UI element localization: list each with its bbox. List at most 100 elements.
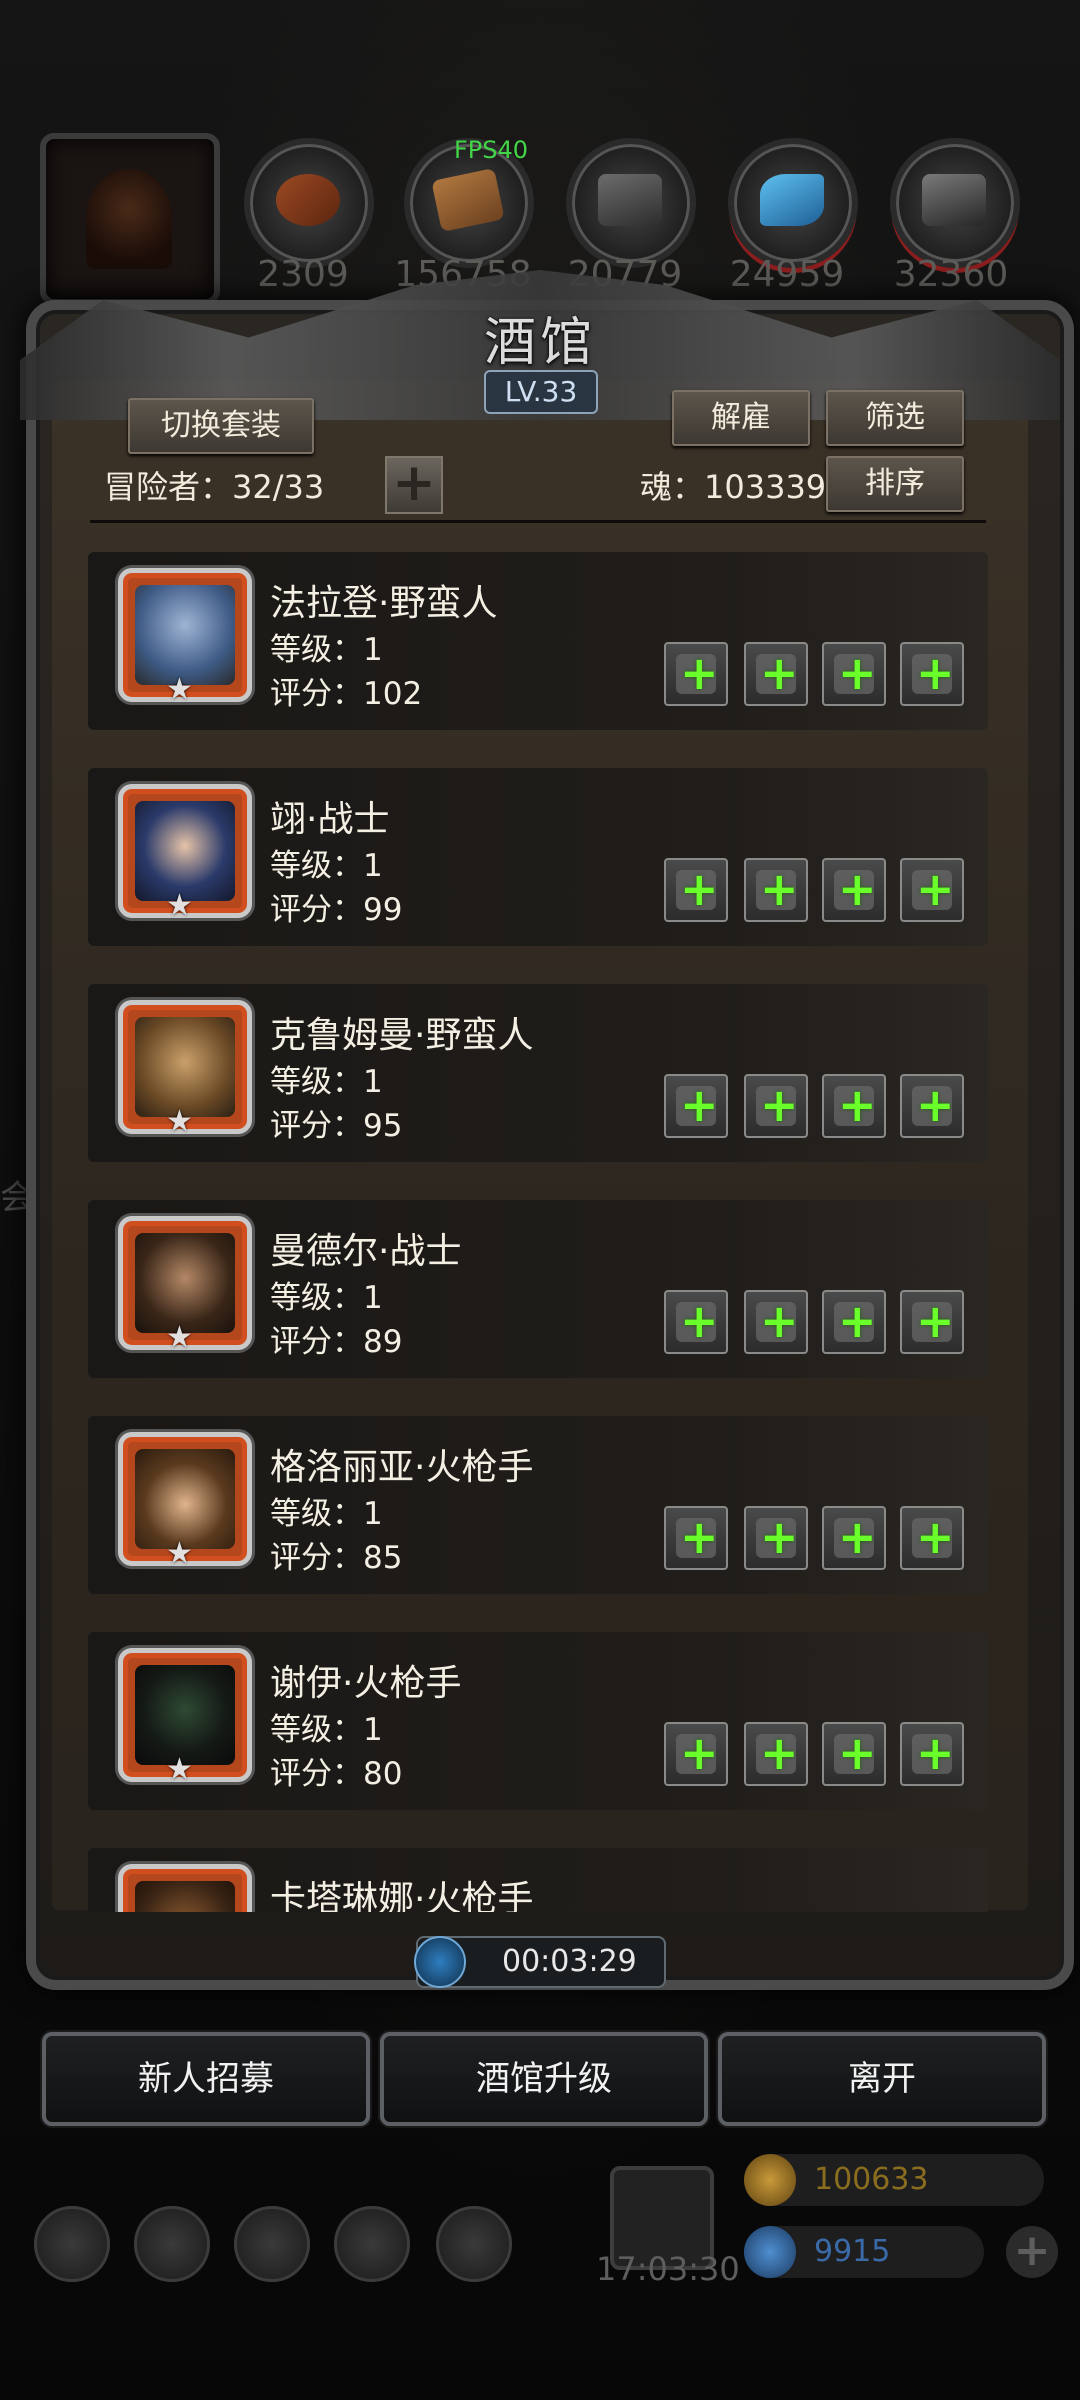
guild-icon[interactable] — [234, 2206, 310, 2282]
armor-slot-button[interactable]: + — [744, 1074, 808, 1138]
add-icon: + — [760, 1510, 799, 1564]
add-icon: + — [916, 862, 955, 916]
hero-name: 谢伊·火枪手 — [270, 1663, 462, 1704]
dismiss-button[interactable]: 解雇 — [672, 390, 810, 446]
refresh-timer: 00:03:29 — [414, 1936, 666, 1988]
armor-slot-button[interactable]: + — [744, 642, 808, 706]
add-icon: + — [838, 1726, 877, 1780]
add-icon: + — [680, 1510, 719, 1564]
resource-value: 24959 — [729, 254, 845, 295]
hero-level: 等级：1 — [270, 848, 383, 884]
ring-slot-button[interactable]: + — [900, 1722, 964, 1786]
accessory-slot-button[interactable]: + — [822, 1722, 886, 1786]
add-icon: + — [680, 862, 719, 916]
accessory-slot-button[interactable]: + — [822, 1290, 886, 1354]
adventurer-count: 冒险者：32/33 — [104, 468, 325, 506]
hero-score: 评分：80 — [270, 1756, 403, 1792]
add-icon: + — [916, 1294, 955, 1348]
resource-value: 2309 — [257, 254, 349, 295]
timer-text: 00:03:29 — [502, 1944, 637, 1979]
metal-bar-icon[interactable] — [890, 138, 1020, 268]
add-icon: + — [760, 646, 799, 700]
weapon-slot-button[interactable]: + — [664, 1722, 728, 1786]
gem-icon — [744, 2226, 796, 2278]
barbarian-portrait-icon — [135, 585, 235, 685]
switch-outfit-button[interactable]: 切换套装 — [128, 398, 314, 454]
add-icon: + — [838, 1294, 877, 1348]
weapon-slot-button[interactable]: + — [664, 642, 728, 706]
ring-slot-button[interactable]: + — [900, 1290, 964, 1354]
accessory-slot-button[interactable]: + — [822, 1506, 886, 1570]
add-icon: + — [916, 646, 955, 700]
hero-name: 格洛丽亚·火枪手 — [270, 1447, 534, 1488]
accessory-slot-button[interactable]: + — [822, 642, 886, 706]
expand-capacity-button[interactable]: + — [385, 456, 443, 514]
hero-row[interactable]: ★ 格洛丽亚·火枪手 等级：1 评分：85 + + + + — [88, 1416, 988, 1594]
settings-icon[interactable] — [34, 2206, 110, 2282]
add-icon: + — [838, 646, 877, 700]
weapon-slot-button[interactable]: + — [664, 858, 728, 922]
add-icon: + — [680, 1294, 719, 1348]
player-avatar[interactable] — [40, 133, 220, 305]
panel-title: 酒馆 — [483, 313, 596, 373]
musketeer-portrait-icon — [135, 1881, 235, 1912]
hero-row[interactable]: ★ 翊·战士 等级：1 评分：99 + + + + — [88, 768, 988, 946]
sort-button[interactable]: 排序 — [826, 456, 964, 512]
gold-counter: 100633 — [744, 2154, 1044, 2206]
divider — [90, 520, 986, 523]
accessory-slot-button[interactable]: + — [822, 1074, 886, 1138]
weapon-slot-button[interactable]: + — [664, 1290, 728, 1354]
add-icon: + — [760, 1726, 799, 1780]
hero-level: 等级：1 — [270, 632, 383, 668]
hero-row[interactable]: ★ 曼德尔·战士 等级：1 评分：89 + + + + — [88, 1200, 988, 1378]
hero-score: 评分：85 — [270, 1540, 403, 1576]
hero-row[interactable]: ★ 谢伊·火枪手 等级：1 评分：80 + + + + — [88, 1632, 988, 1810]
armor-slot-button[interactable]: + — [744, 1722, 808, 1786]
armor-slot-button[interactable]: + — [744, 1506, 808, 1570]
hero-row[interactable]: ★ 法拉登·野蛮人 等级：1 评分：102 + + + + — [88, 552, 988, 730]
star-icon: ★ — [166, 1104, 193, 1139]
hero-score: 评分：89 — [270, 1324, 403, 1360]
ring-slot-button[interactable]: + — [900, 1074, 964, 1138]
hero-portrait[interactable] — [118, 1864, 252, 1912]
hero-level: 等级：1 — [270, 1712, 383, 1748]
filter-button[interactable]: 筛选 — [826, 390, 964, 446]
ring-slot-button[interactable]: + — [900, 642, 964, 706]
hooded-musketeer-portrait-icon — [135, 1665, 235, 1765]
weapon-slot-button[interactable]: + — [664, 1506, 728, 1570]
tavern-level-badge: LV.33 — [484, 370, 598, 414]
ring-slot-button[interactable]: + — [900, 858, 964, 922]
hero-row[interactable]: 卡塔琳娜·火枪手 — [88, 1848, 988, 1912]
barbarian-portrait-icon — [135, 1017, 235, 1117]
add-currency-button[interactable]: + — [1006, 2226, 1058, 2278]
fps-counter: FPS40 — [454, 136, 529, 164]
hero-row[interactable]: ★ 克鲁姆曼·野蛮人 等级：1 评分：95 + + + + — [88, 984, 988, 1162]
hero-level: 等级：1 — [270, 1280, 383, 1316]
leather-icon[interactable] — [244, 138, 374, 268]
armor-slot-button[interactable]: + — [744, 1290, 808, 1354]
ring-slot-button[interactable]: + — [900, 1506, 964, 1570]
star-icon: ★ — [166, 1752, 193, 1787]
mail-icon[interactable] — [334, 2206, 410, 2282]
hero-list[interactable]: ★ 法拉登·野蛮人 等级：1 评分：102 + + + + ★ 翊·战士 等级：… — [88, 552, 988, 1912]
add-icon: + — [680, 1726, 719, 1780]
add-icon: + — [916, 1726, 955, 1780]
accessory-slot-button[interactable]: + — [822, 858, 886, 922]
armor-slot-button[interactable]: + — [744, 858, 808, 922]
weapon-slot-button[interactable]: + — [664, 1074, 728, 1138]
recruit-button[interactable]: 新人招募 — [42, 2032, 370, 2126]
add-icon: + — [916, 1510, 955, 1564]
hero-level: 等级：1 — [270, 1064, 383, 1100]
gold-value: 100633 — [814, 2162, 929, 2197]
shop-icon[interactable] — [436, 2206, 512, 2282]
crystal-icon[interactable] — [728, 138, 858, 268]
star-icon: ★ — [166, 1536, 193, 1571]
hero-name: 克鲁姆曼·野蛮人 — [270, 1015, 534, 1056]
star-icon: ★ — [166, 1320, 193, 1355]
leave-button[interactable]: 离开 — [718, 2032, 1046, 2126]
hood-icon — [86, 169, 172, 269]
upgrade-tavern-button[interactable]: 酒馆升级 — [380, 2032, 708, 2126]
resource-value: 32360 — [893, 254, 1009, 295]
achievement-icon[interactable] — [134, 2206, 210, 2282]
iron-ingot-icon[interactable] — [566, 138, 696, 268]
